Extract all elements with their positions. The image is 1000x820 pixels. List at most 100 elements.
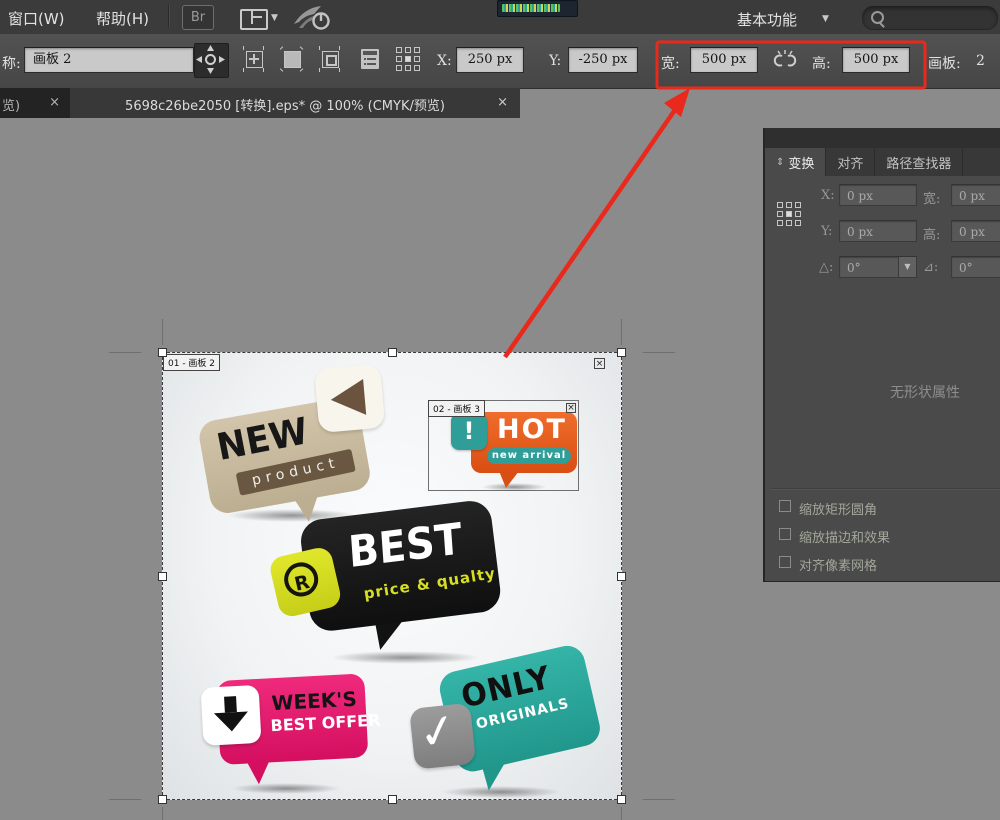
- checkmark-icon: ✓: [413, 701, 462, 762]
- search-input[interactable]: [887, 8, 991, 28]
- handle-mid-left[interactable]: [158, 572, 167, 581]
- move-artwork-toggle-button[interactable]: [194, 43, 229, 78]
- artboard-01[interactable]: 01 - 画板 2 × NEW product ! HOT: [162, 352, 622, 800]
- handle-bottom-left[interactable]: [158, 795, 167, 804]
- panel-width-input[interactable]: 0 px: [951, 184, 1000, 206]
- panel-x-input[interactable]: 0 px: [839, 184, 917, 206]
- artboard-count-value: 2: [976, 53, 985, 69]
- reference-point-locator[interactable]: [396, 47, 420, 71]
- sticker-best[interactable]: R BEST price & qualty: [275, 505, 510, 667]
- annotation-arrow-line: [505, 104, 679, 357]
- panel-shear-label: ⊿:: [923, 260, 938, 275]
- checkbox-scale-strokes-label: 缩放描边和效果: [799, 527, 890, 546]
- artboard-01-name-tag[interactable]: 01 - 画板 2: [163, 354, 220, 371]
- crop-mark: [162, 319, 163, 345]
- panel-height-input[interactable]: 0 px: [951, 220, 1000, 242]
- handle-top-right[interactable]: [617, 348, 626, 357]
- menu-help[interactable]: 帮助(H): [96, 8, 149, 29]
- rotate-dropdown-icon[interactable]: ▼: [898, 257, 916, 277]
- transform-panel-body: X: 0 px 宽: 0 px Y: 0 px 高: 0 px △: 0° ▼ …: [765, 176, 1000, 582]
- panel-width-label: 宽:: [923, 188, 940, 207]
- x-input[interactable]: 250 px: [456, 47, 524, 73]
- panel-rotate-label: △:: [819, 260, 833, 275]
- artboard-name-input[interactable]: 画板 2: [24, 47, 194, 73]
- y-input[interactable]: -250 px: [568, 47, 638, 73]
- workspace-dropdown-icon[interactable]: ▼: [822, 14, 829, 24]
- document-tab-inactive[interactable]: 览) ×: [0, 88, 71, 118]
- arrange-documents-icon[interactable]: [240, 9, 268, 30]
- artboard-02-delete-icon[interactable]: ×: [566, 403, 576, 413]
- checkbox-scale-strokes[interactable]: [779, 528, 791, 540]
- checkbox-align-pixel-grid[interactable]: [779, 556, 791, 568]
- panel-y-label: Y:: [821, 224, 832, 239]
- bubble-tail: [499, 471, 519, 488]
- crop-mark: [109, 799, 141, 800]
- annotation-arrow-head: [664, 88, 690, 117]
- artboard-01-delete-icon[interactable]: ×: [594, 358, 605, 369]
- y-label: Y:: [549, 53, 561, 69]
- recorder-widget: [497, 0, 578, 17]
- tab-pathfinder[interactable]: 路径查找器: [875, 148, 963, 176]
- no-shape-properties-text: 无形状属性: [765, 382, 1000, 402]
- portrait-artboard-button[interactable]: [316, 46, 344, 73]
- panel-y-input[interactable]: 0 px: [839, 220, 917, 242]
- sticker-weeks-best-offer[interactable]: WEEK'S BEST OFFER: [203, 671, 388, 793]
- panel-header-bar[interactable]: [765, 128, 1000, 149]
- active-tab-label: 5698c26be2050 [转换].eps* @ 100% (CMYK/预览): [90, 95, 480, 114]
- panel-rotate-value: 0°: [847, 261, 861, 275]
- checkbox-scale-corners-label: 缩放矩形圆角: [799, 499, 877, 518]
- checkbox-align-pixel-grid-label: 对齐像素网格: [799, 555, 877, 574]
- tab-align[interactable]: 对齐: [826, 148, 875, 176]
- transform-panel: ⇕ 变换 对齐 路径查找器 X: 0 px 宽: 0 px Y: 0 px 高:…: [763, 128, 1000, 582]
- handle-top-left[interactable]: [158, 348, 167, 357]
- x-label: X:: [437, 53, 452, 69]
- height-label: 高:: [812, 53, 831, 73]
- artboard-control-bar: 称: 画板 2: [0, 34, 1000, 89]
- hot-title: HOT: [497, 414, 567, 445]
- active-tab-close-icon[interactable]: ×: [497, 95, 508, 110]
- handle-top-center[interactable]: [388, 348, 397, 357]
- illustrator-window: 窗口(W) 帮助(H) Br ▼ 基本功能 ▼ 称: 画板 2: [0, 0, 1000, 820]
- sticker-only-originals[interactable]: ✓ ONLY ORIGINALS: [411, 646, 611, 801]
- artboard-02[interactable]: ! HOT new arrival 02 - 画板 3 ×: [428, 400, 579, 491]
- height-input[interactable]: 500 px: [842, 47, 910, 73]
- new-artboard-icon: [246, 51, 263, 68]
- panel-shear-input[interactable]: 0°: [951, 256, 1000, 278]
- inactive-tab-close-icon[interactable]: ×: [49, 95, 60, 110]
- panel-rotate-input[interactable]: 0° ▼: [839, 256, 917, 278]
- panel-x-label: X:: [821, 188, 835, 203]
- bridge-button[interactable]: Br: [182, 5, 214, 30]
- handle-bottom-right[interactable]: [617, 795, 626, 804]
- left-arrow-icon: [329, 379, 366, 418]
- handle-mid-right[interactable]: [617, 572, 626, 581]
- tab-transform[interactable]: ⇕ 变换: [765, 148, 826, 176]
- panel-divider: [771, 488, 1000, 490]
- tab-transform-label: 变换: [788, 153, 814, 172]
- width-input[interactable]: 500 px: [690, 47, 758, 73]
- panel-reference-point-locator[interactable]: [777, 202, 801, 226]
- document-tab-bar: 览) × 5698c26be2050 [转换].eps* @ 100% (CMY…: [0, 88, 520, 118]
- workspace-switcher[interactable]: 基本功能: [737, 9, 797, 30]
- checkbox-scale-corners[interactable]: [779, 500, 791, 512]
- arrange-documents-dropdown-icon[interactable]: ▼: [271, 13, 278, 23]
- landscape-artboard-button[interactable]: [278, 46, 306, 73]
- recorder-widget-bars: [502, 4, 560, 12]
- artboard-02-name-tag[interactable]: 02 - 画板 3: [428, 400, 485, 417]
- sticker-new-product[interactable]: NEW product: [199, 375, 409, 525]
- search-box[interactable]: [862, 6, 998, 30]
- registered-mark-icon: R: [281, 559, 322, 600]
- cs-live-rocket-icon[interactable]: [293, 5, 333, 31]
- constrain-proportions-icon[interactable]: [772, 48, 798, 72]
- artboard-name-label: 称:: [2, 53, 21, 73]
- tab-align-label: 对齐: [837, 153, 863, 172]
- menu-window[interactable]: 窗口(W): [8, 8, 65, 29]
- new-corner-square: [314, 364, 385, 434]
- new-artboard-button[interactable]: [240, 46, 268, 73]
- handle-bottom-center[interactable]: [388, 795, 397, 804]
- panel-tab-bar: ⇕ 变换 对齐 路径查找器: [765, 148, 1000, 176]
- document-tab-active[interactable]: 5698c26be2050 [转换].eps* @ 100% (CMYK/预览)…: [70, 88, 520, 118]
- artboard-options-button[interactable]: [356, 46, 384, 73]
- crop-mark: [621, 807, 622, 820]
- crop-mark: [621, 319, 622, 345]
- menu-separator: [168, 5, 170, 27]
